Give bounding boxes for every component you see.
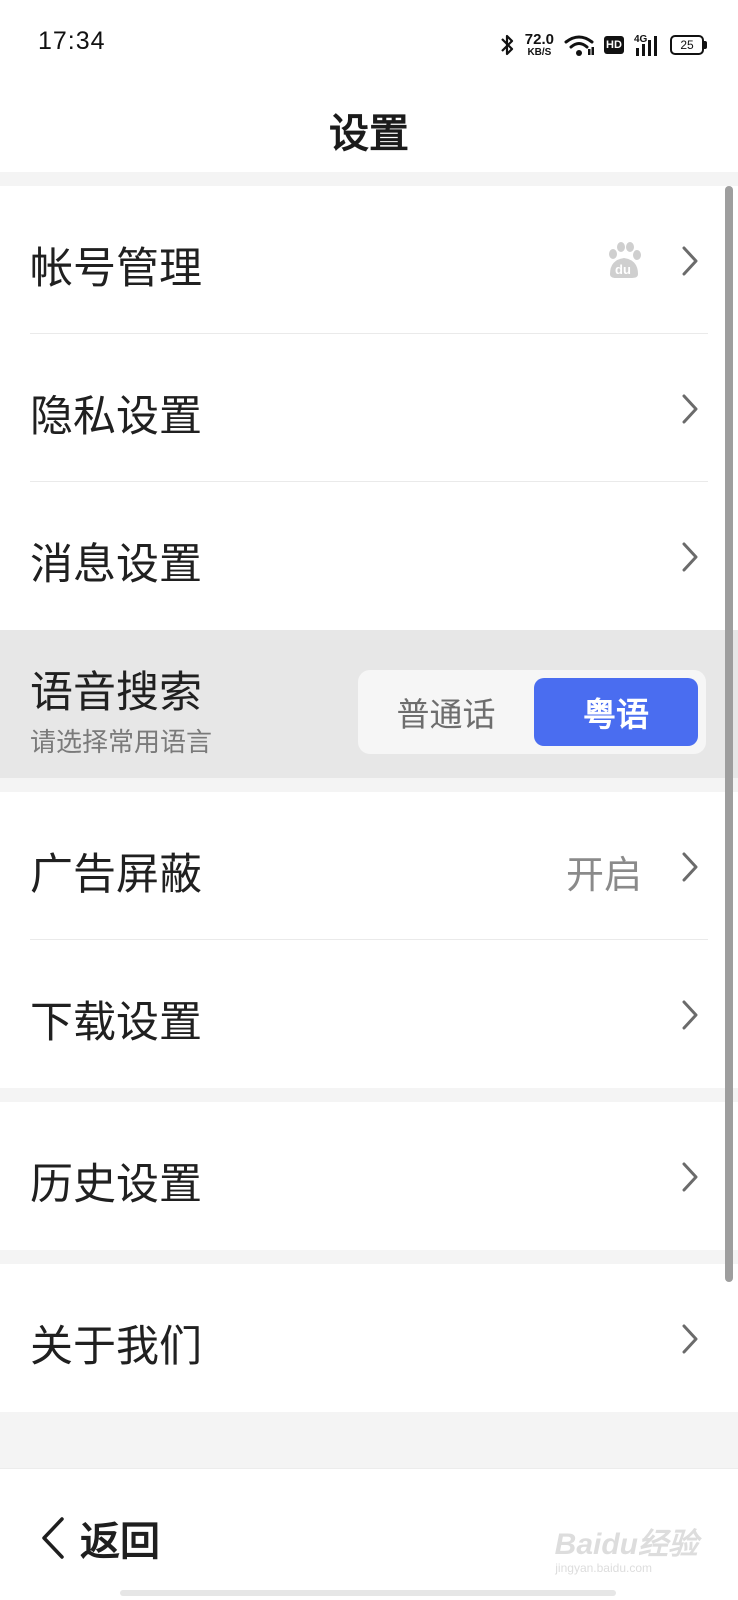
settings-item-label: 帐号管理 xyxy=(30,244,202,294)
chevron-right-icon xyxy=(682,1324,698,1354)
page-header: 设置 xyxy=(0,88,738,172)
svg-text:4G: 4G xyxy=(634,34,648,45)
settings-item-download[interactable]: 下载设置 xyxy=(0,940,738,1088)
watermark-url: jingyan.baidu.com xyxy=(555,1561,652,1575)
settings-item-label: 语音搜索 xyxy=(30,668,202,718)
wifi-icon xyxy=(564,35,594,56)
chevron-right-icon xyxy=(682,246,698,276)
settings-item-subtitle: 请选择常用语言 xyxy=(30,728,213,758)
hd-icon: HD xyxy=(604,36,624,54)
settings-item-history[interactable]: 历史设置 xyxy=(0,1102,738,1250)
section-gap xyxy=(0,1250,738,1264)
section-gap xyxy=(0,778,738,792)
settings-item-label: 隐私设置 xyxy=(30,392,202,442)
back-button-label: 返回 xyxy=(80,1519,160,1565)
baidu-paw-icon: du xyxy=(609,242,641,278)
settings-item-value: 开启 xyxy=(565,853,642,897)
back-button[interactable]: 返回 xyxy=(40,1509,160,1567)
settings-item-label: 关于我们 xyxy=(30,1322,202,1372)
settings-item-label: 消息设置 xyxy=(30,540,202,590)
bluetooth-icon xyxy=(501,34,513,56)
settings-item-message[interactable]: 消息设置 xyxy=(0,482,738,630)
home-indicator xyxy=(120,1590,616,1596)
battery-level: 25 xyxy=(680,38,694,52)
chevron-left-icon xyxy=(42,1517,64,1559)
settings-item-label: 历史设置 xyxy=(30,1160,202,1210)
settings-item-label: 广告屏蔽 xyxy=(30,850,202,900)
settings-item-privacy[interactable]: 隐私设置 xyxy=(0,334,738,482)
settings-item-account[interactable]: 帐号管理 du xyxy=(0,186,738,334)
status-bar: 17:34 72.0 KB/S HD 4G 25 xyxy=(0,0,738,88)
chevron-right-icon xyxy=(682,1162,698,1192)
cellular-signal-icon: 4G xyxy=(634,34,657,56)
chevron-right-icon xyxy=(682,394,698,424)
page-title: 设置 xyxy=(329,111,409,157)
language-option-cantonese[interactable]: 粤语 xyxy=(534,678,698,746)
language-option-mandarin[interactable]: 普通话 xyxy=(366,678,526,746)
settings-item-about[interactable]: 关于我们 xyxy=(0,1264,738,1412)
settings-item-label: 下载设置 xyxy=(30,998,202,1048)
watermark-logo: Baidu经验 xyxy=(554,1528,698,1561)
bottom-bar: 返回 Baidu经验 jingyan.baidu.com xyxy=(0,1468,738,1600)
section-gap xyxy=(0,1088,738,1102)
chevron-right-icon xyxy=(682,1000,698,1030)
language-segmented-control: 普通话 粤语 xyxy=(358,670,706,754)
settings-item-voice-search: 语音搜索 请选择常用语言 普通话 粤语 xyxy=(0,630,738,778)
network-speed-unit: KB/S xyxy=(527,47,552,58)
status-icons: 72.0 KB/S HD 4G 25 xyxy=(499,28,707,62)
network-speed-value: 72.0 xyxy=(524,31,554,48)
scrollbar[interactable] xyxy=(725,186,733,1282)
battery-icon: 25 xyxy=(670,35,707,55)
status-time: 17:34 xyxy=(38,27,106,55)
section-gap xyxy=(0,1412,738,1468)
chevron-right-icon xyxy=(682,852,698,882)
settings-item-ad-block[interactable]: 广告屏蔽 开启 xyxy=(0,792,738,940)
network-speed: 72.0 KB/S xyxy=(525,32,554,58)
svg-text:du: du xyxy=(615,262,631,277)
section-gap xyxy=(0,172,738,186)
chevron-right-icon xyxy=(682,542,698,572)
